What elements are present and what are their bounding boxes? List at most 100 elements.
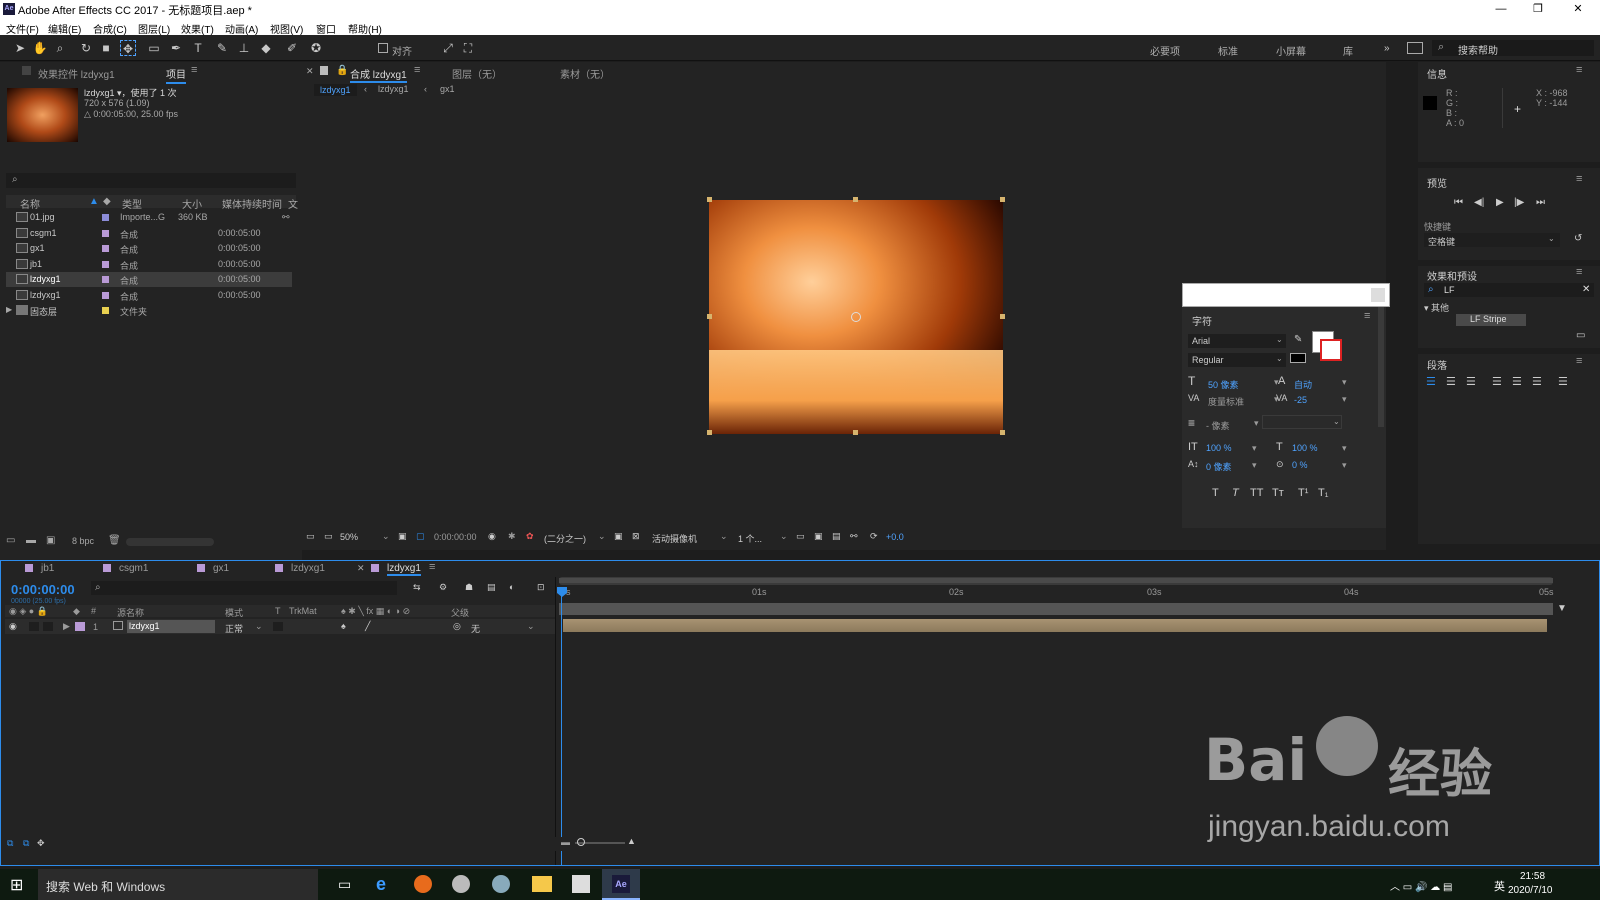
column-size[interactable]: 大小 <box>182 196 202 211</box>
layer-mode[interactable]: 正常 <box>225 622 243 635</box>
close-tab-icon[interactable]: ✕ <box>306 66 314 77</box>
effect-lf-stripe[interactable]: LF Stripe <box>1456 314 1526 326</box>
baseline-shift-value[interactable]: 0 像素 <box>1206 460 1232 473</box>
snap-checkbox[interactable] <box>378 43 388 53</box>
close-float-icon[interactable] <box>1371 288 1385 302</box>
effects-search-input[interactable]: ⌕ LF ✕ <box>1424 283 1594 297</box>
transform-handle[interactable] <box>853 430 858 435</box>
comp-flowchart-icon[interactable]: ⇆ <box>413 582 421 593</box>
eyedropper-icon[interactable]: ✎ <box>1294 334 1302 345</box>
comp-marker-icon[interactable]: ▼ <box>1557 603 1567 614</box>
tab-effect-controls[interactable]: 效果控件 lzdyxg1 <box>38 66 115 81</box>
superscript-button[interactable]: T¹ <box>1298 487 1308 499</box>
zoom-tool-icon[interactable]: ⌕ <box>52 40 68 56</box>
panel-menu-icon[interactable]: ≡ <box>1576 64 1582 76</box>
taskbar-search-box[interactable]: 搜索 Web 和 Windows <box>38 869 318 900</box>
reset-icon[interactable]: ↺ <box>1574 233 1582 244</box>
eye-icon[interactable]: ◉ <box>9 621 17 632</box>
timeline-icon[interactable]: ▤ <box>832 531 841 542</box>
layer-switches-icon[interactable]: ⧉ <box>7 838 13 849</box>
transform-handle[interactable] <box>707 197 712 202</box>
first-frame-icon[interactable]: ⏮ <box>1454 197 1463 208</box>
zoom-out-icon[interactable]: ▬ <box>561 837 570 847</box>
audio-toggle[interactable] <box>29 622 39 631</box>
after-effects-taskbar-button[interactable]: Ae <box>602 869 640 900</box>
layer-label-color[interactable] <box>75 622 85 631</box>
panel-menu-icon[interactable]: ≡ <box>429 561 435 573</box>
vertical-scale-value[interactable]: 100 % <box>1206 443 1232 453</box>
faux-italic-button[interactable]: T <box>1232 487 1239 499</box>
breadcrumb-2[interactable]: lzdyxg1 <box>378 84 409 94</box>
workspace-libraries[interactable]: 库 <box>1343 43 1353 58</box>
frame-blending-icon[interactable]: ▤ <box>487 582 496 593</box>
transform-handle[interactable] <box>707 314 712 319</box>
firefox-icon[interactable] <box>414 875 432 893</box>
type-tool-icon[interactable]: T <box>190 40 206 56</box>
expand-icon[interactable]: ▶ <box>6 305 12 314</box>
snapshot-icon[interactable]: ◉ <box>488 531 496 542</box>
anchor-point-icon[interactable] <box>851 312 861 322</box>
app-icon[interactable] <box>492 875 510 893</box>
workspace-essentials[interactable]: 必要项 <box>1150 43 1180 58</box>
layer-row[interactable]: ◉ ▶ 1 lzdyxg1 正常 ⌄ ♠ ╱ ◎ 无 ⌄ <box>5 619 555 634</box>
shy-icon[interactable]: ☗ <box>465 582 473 593</box>
justify-right-icon[interactable]: ☰ <box>1532 375 1542 388</box>
clock-time[interactable]: 21:58 <box>1520 871 1545 882</box>
panel-menu-icon[interactable]: ≡ <box>414 64 420 76</box>
edge-icon[interactable]: e <box>376 874 386 895</box>
bit-depth[interactable]: 8 bpc <box>72 536 94 546</box>
zoom-slider-thumb[interactable] <box>577 838 585 846</box>
rectangle-tool-icon[interactable]: ▭ <box>146 40 162 56</box>
tab-composition[interactable]: 合成 lzdyxg1 <box>350 66 407 83</box>
panel-menu-icon[interactable]: ≡ <box>1576 355 1582 367</box>
tab-lzdyxg1-active[interactable]: lzdyxg1 <box>387 563 421 576</box>
always-preview-icon[interactable]: ▭ <box>306 531 315 542</box>
project-item-row[interactable]: jb1 合成 0:00:05:00 <box>6 257 292 272</box>
prev-frame-icon[interactable]: ◀| <box>1474 197 1484 208</box>
region-of-interest-icon[interactable]: ▣ <box>614 531 623 542</box>
windows-start-icon[interactable]: ⊞ <box>10 875 23 895</box>
label-color[interactable] <box>102 214 109 221</box>
timeline-search-input[interactable]: ⌕ <box>91 581 397 595</box>
hand-tool-icon[interactable]: ✋ <box>32 40 48 56</box>
menu-composition[interactable]: 合成(C) <box>93 21 127 36</box>
quality-switch-icon[interactable]: ╱ <box>365 621 370 632</box>
label-color[interactable] <box>102 260 109 268</box>
interpret-footage-icon[interactable]: ▭ <box>6 535 15 546</box>
draft-3d-icon[interactable]: ⚙ <box>439 582 447 593</box>
panel-menu-icon[interactable]: ≡ <box>191 64 197 76</box>
exposure-value[interactable]: +0.0 <box>886 532 904 542</box>
zoom-select[interactable]: 50% <box>340 532 358 542</box>
layer-duration-bar[interactable] <box>563 619 1547 632</box>
kerning-value[interactable]: 度量标准 <box>1208 395 1244 408</box>
camera-tool-icon[interactable]: ■ <box>98 40 114 56</box>
minimize-icon[interactable]: — <box>1483 1 1519 17</box>
file-explorer-icon[interactable] <box>532 876 552 892</box>
label-color[interactable] <box>102 245 109 252</box>
stroke-type-select[interactable]: ⌄ <box>1262 415 1342 429</box>
last-frame-icon[interactable]: ⏭ <box>1536 197 1545 208</box>
brush-tool-icon[interactable]: ✎ <box>214 40 230 56</box>
tab-csgm1[interactable]: csgm1 <box>119 563 148 574</box>
snap-grid-icon[interactable]: ⛶ <box>460 40 476 56</box>
puppet-tool-icon[interactable]: ✪ <box>308 40 324 56</box>
tsume-value[interactable]: 0 % <box>1292 460 1308 470</box>
project-item-row[interactable]: ▶ 固态层 文件夹 <box>6 303 292 318</box>
collapse-switch-icon[interactable]: ♠ <box>341 621 346 631</box>
safe-zones-icon[interactable]: ▣ <box>398 531 407 542</box>
justify-left-icon[interactable]: ☰ <box>1492 375 1502 388</box>
column-duration[interactable]: 媒体持续时间 <box>222 196 282 211</box>
shortcut-select[interactable]: 空格键 ⌄ <box>1424 233 1560 247</box>
subscript-button[interactable]: T₁ <box>1318 487 1328 499</box>
mask-visibility-icon[interactable]: ▢ <box>416 531 425 542</box>
clone-stamp-tool-icon[interactable]: ⊥ <box>236 40 252 56</box>
faux-bold-button[interactable]: T <box>1212 487 1219 499</box>
breadcrumb-3[interactable]: gx1 <box>440 84 455 94</box>
thumbnail-scrollbar[interactable] <box>126 538 214 546</box>
label-column-icon[interactable]: ◆ <box>103 196 111 207</box>
new-folder-icon[interactable]: ▬ <box>26 535 36 546</box>
label-color[interactable] <box>102 307 109 314</box>
font-size-value[interactable]: 50 像素 <box>1208 378 1239 391</box>
expand-icon[interactable]: ▶ <box>63 621 70 632</box>
project-item-row[interactable]: csgm1 合成 0:00:05:00 <box>6 226 292 241</box>
